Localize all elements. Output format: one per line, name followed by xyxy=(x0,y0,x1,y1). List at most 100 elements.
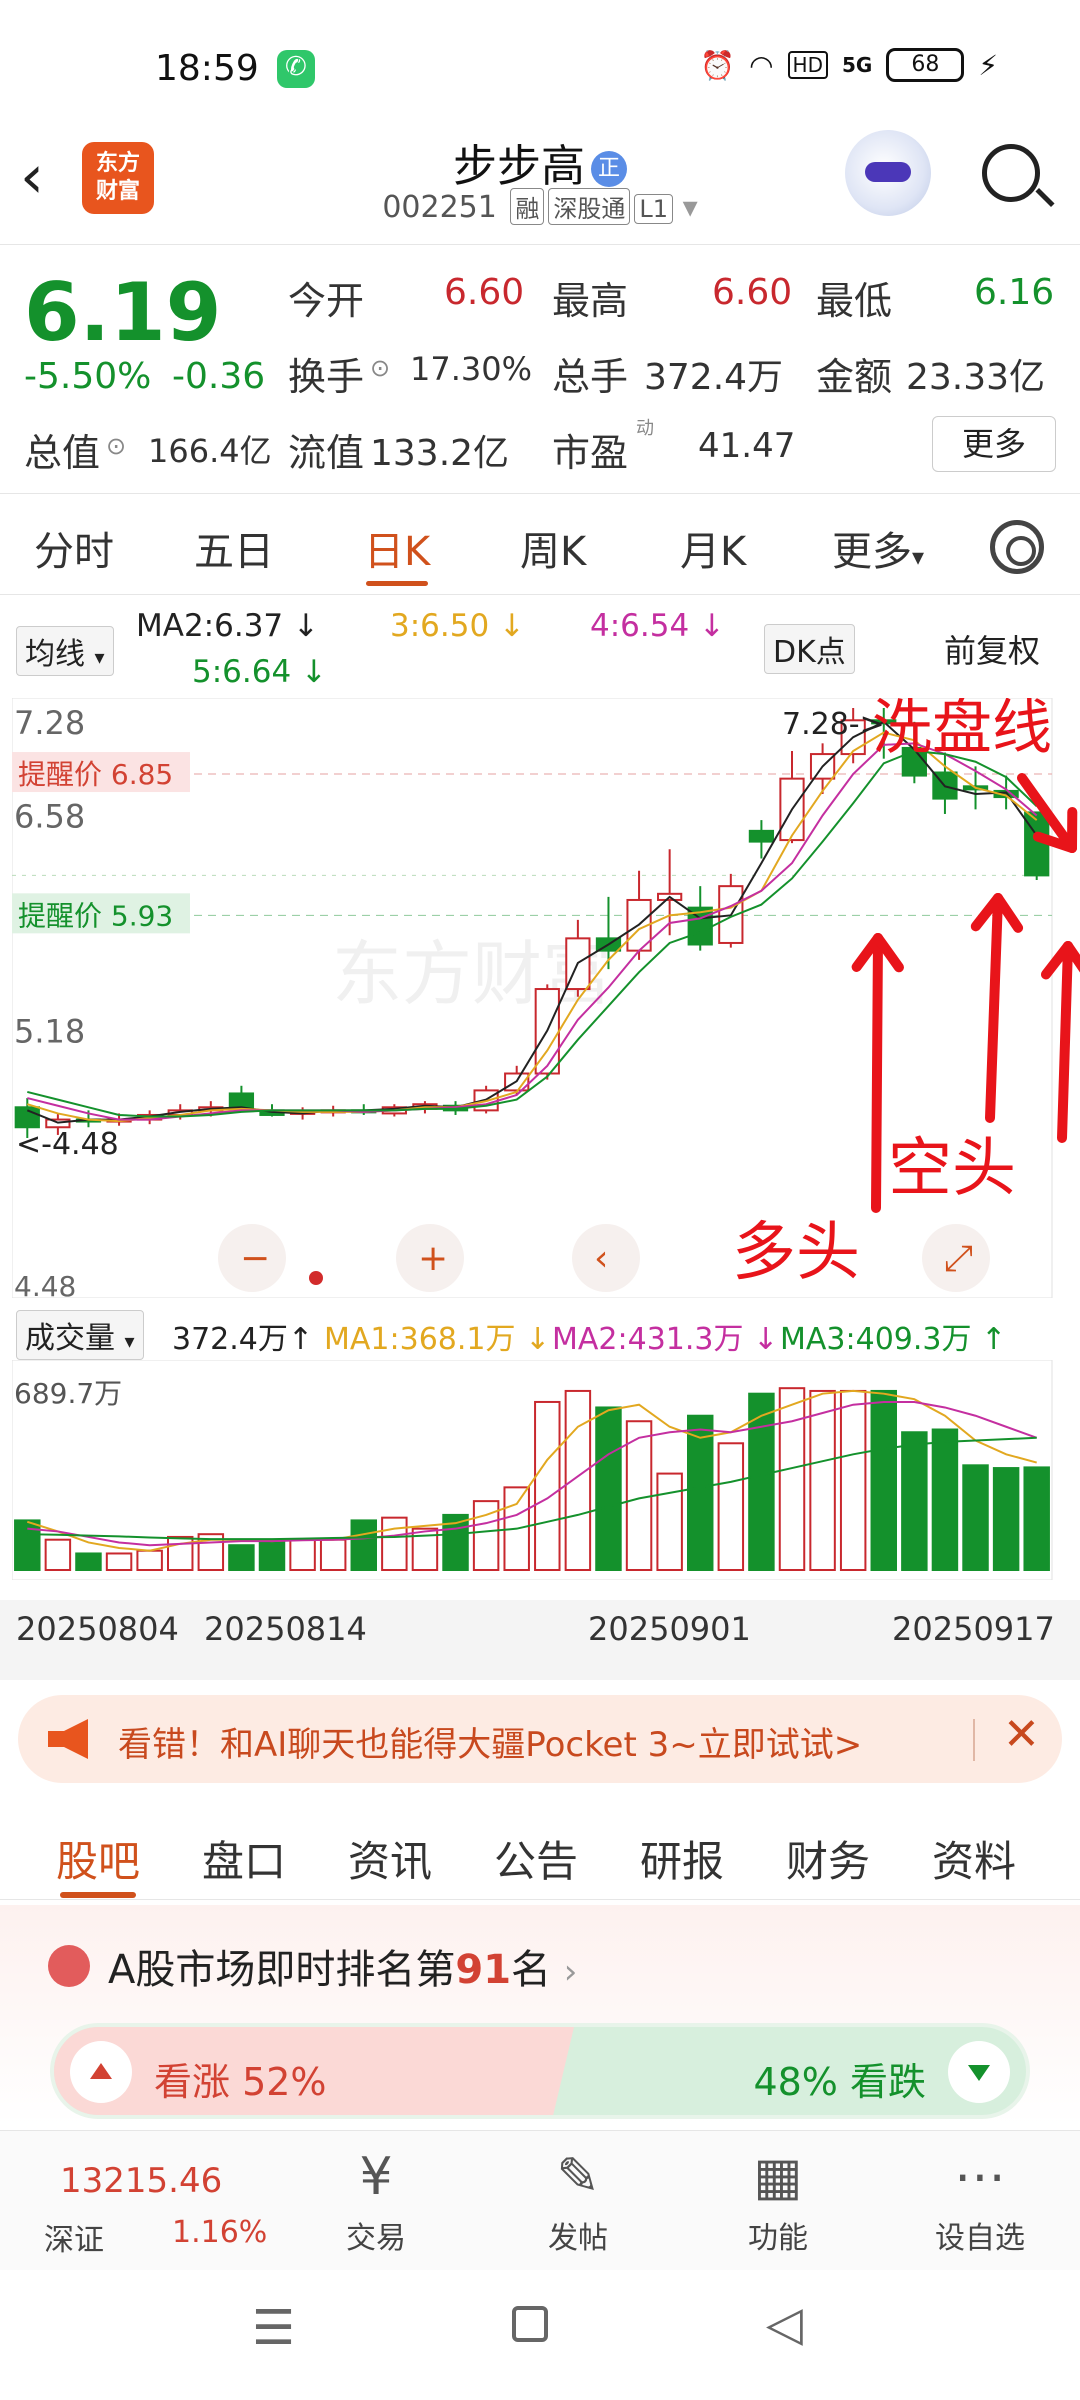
search-icon[interactable] xyxy=(982,144,1040,202)
market-ranking-card: A股市场即时排名第91名 › 看涨 52% 48% 看跌 xyxy=(0,1905,1080,2125)
adjust-mode[interactable]: 前复权 xyxy=(944,626,1040,672)
volume-bar xyxy=(931,1428,959,1571)
volume-bar xyxy=(289,1538,316,1572)
nav-post-label: 发帖 xyxy=(548,2221,608,2256)
status-bar: 18:59 ⏰ ◠ HD 5G 68 ⚡ xyxy=(0,0,1080,130)
ad-banner[interactable]: 看错！和AI聊天也能得大疆Pocket 3~立即试试> ✕ xyxy=(18,1695,1062,1783)
nav-post[interactable]: ✎ 发帖 xyxy=(508,2141,648,2257)
nav-trade-label: 交易 xyxy=(346,2221,406,2256)
tab-intraday[interactable]: 分时 xyxy=(34,519,114,577)
ma-selector-label: 均线 xyxy=(25,637,85,672)
index-value[interactable]: 13215.46 xyxy=(60,2161,222,2201)
index-change: 1.16% xyxy=(172,2215,268,2250)
wifi-icon: ◠ xyxy=(749,48,774,82)
annotation-bear: 空头 xyxy=(888,1132,1016,1206)
info-icon[interactable]: ⊙ xyxy=(106,432,126,460)
ranking-prefix: A股市场即时排名第 xyxy=(108,1947,456,1993)
last-price: 6.19 xyxy=(24,266,222,359)
more-quote-button[interactable]: 更多 xyxy=(932,416,1056,472)
ai-robot-avatar[interactable] xyxy=(845,130,931,216)
close-icon[interactable]: ✕ xyxy=(1003,1709,1040,1760)
vol-ma3-text: MA3:409.3万 xyxy=(780,1322,972,1357)
ma5-text: 5:6.64 xyxy=(192,654,292,690)
nav-add-watchlist-label: 设自选 xyxy=(935,2221,1025,2256)
volume-selector[interactable]: 成交量 ▾ xyxy=(16,1310,144,1360)
index-name[interactable]: 深证 xyxy=(44,2215,104,2259)
volume-bar xyxy=(839,1389,867,1571)
banner-divider xyxy=(973,1719,975,1761)
battery-icon: 68 xyxy=(886,48,965,82)
volume-label: 总手 xyxy=(552,355,629,399)
back-triangle-icon[interactable]: ◁ xyxy=(766,2296,803,2352)
status-icons: ⏰ ◠ HD 5G 68 ⚡ xyxy=(700,48,998,82)
price-axis-label: 4.48 xyxy=(14,1270,76,1298)
low-label: 最低 xyxy=(816,279,893,323)
volume-indicator-row: 成交量 ▾ 372.4万↑ MA1:368.1万 ↓ MA2:431.3万 ↓ … xyxy=(0,1310,1080,1360)
date-tick: 20250814 xyxy=(204,1610,367,1648)
stock-header: ‹ 东方 财富 步步高正 002251 融深股通 L1 ▾ xyxy=(0,130,1080,245)
annotation-arrow-bear-2 xyxy=(1057,941,1073,1143)
info-icon[interactable]: ⊙ xyxy=(370,354,390,382)
vote-down-button[interactable] xyxy=(948,2041,1010,2103)
ma-indicator-row: 均线 ▾ MA2:6.37 ↓ 3:6.50 ↓ 4:6.54 ↓ 5:6.64… xyxy=(0,600,1080,690)
candlestick-chart[interactable]: 东方财富7.286.585.184.48提醒价 6.85提醒价 5.937.28… xyxy=(12,698,1080,1298)
ma3-value: 3:6.50 ↓ xyxy=(390,608,526,644)
dropdown-triangle-icon: ▾ xyxy=(94,645,105,669)
ranking-chart-icon xyxy=(48,1945,90,1987)
tab-daily-k[interactable]: 日K xyxy=(364,519,430,586)
dropdown-triangle-icon: ▾ xyxy=(912,543,925,571)
volume-bar xyxy=(534,1400,561,1572)
volume-bar xyxy=(962,1464,989,1571)
tab-monthly-k[interactable]: 月K xyxy=(680,519,746,577)
vote-up-button[interactable] xyxy=(70,2041,132,2103)
date-tick: 20250917 xyxy=(892,1610,1055,1648)
tab-guba[interactable]: 股吧 xyxy=(56,1828,140,1898)
volume-bar xyxy=(105,1552,133,1571)
tag-margin: 融 xyxy=(510,188,545,225)
tab-more-periods[interactable]: 更多▾ xyxy=(832,519,924,577)
volume-bar xyxy=(901,1431,928,1571)
dropdown-triangle-icon[interactable]: ▾ xyxy=(683,190,698,225)
vol-ma3: MA3:409.3万 ↑ xyxy=(780,1322,1007,1357)
bearish-label: 48% 看跌 xyxy=(753,2060,926,2104)
tab-weekly-k[interactable]: 周K xyxy=(520,519,586,577)
ma4-text: 4:6.54 xyxy=(590,608,690,644)
open-value: 6.60 xyxy=(444,272,525,313)
ranking-title[interactable]: A股市场即时排名第91名 › xyxy=(108,1937,577,1995)
alert-label-high: 提醒价 6.85 xyxy=(18,758,173,791)
banner-text[interactable]: 看错！和AI聊天也能得大疆Pocket 3~立即试试> xyxy=(118,1717,862,1766)
call-icon xyxy=(277,50,315,88)
ma2-text: MA2:6.37 xyxy=(136,608,284,644)
volume-bar xyxy=(350,1519,378,1571)
tab-research[interactable]: 研报 xyxy=(640,1828,724,1889)
nav-add-watchlist[interactable]: ⋯ 设自选 xyxy=(910,2141,1050,2257)
dk-point-button[interactable]: DK点 xyxy=(764,624,855,674)
pe-label: 市盈 xyxy=(552,431,629,475)
candle-body xyxy=(14,1106,40,1129)
volume-text: 372.4万 xyxy=(172,1322,288,1357)
tab-finance[interactable]: 财务 xyxy=(786,1828,870,1889)
zoom-control-glyph: − xyxy=(240,1238,270,1279)
nav-trade[interactable]: ¥ 交易 xyxy=(306,2141,446,2257)
period-tabs: 分时 五日 日K 周K 月K 更多▾ xyxy=(0,495,1080,595)
date-axis: 20250804 20250814 20250901 20250917 xyxy=(0,1600,1080,1680)
volume-chart[interactable] xyxy=(12,1360,1080,1580)
tab-pankou[interactable]: 盘口 xyxy=(202,1828,286,1889)
tab-profile[interactable]: 资料 xyxy=(932,1828,1016,1889)
ma-selector[interactable]: 均线 ▾ xyxy=(16,626,114,676)
tab-news[interactable]: 资讯 xyxy=(348,1828,432,1889)
volume-bar xyxy=(228,1544,255,1571)
turnover-value: 17.30% xyxy=(410,350,533,388)
mktcap-label: 总值 xyxy=(24,431,101,475)
more-dots-icon: ⋯ xyxy=(954,2147,1006,2207)
nav-functions[interactable]: ▦ 功能 xyxy=(708,2141,848,2257)
menu-icon[interactable]: ☰ xyxy=(252,2300,295,2356)
annotation-arrow-bull xyxy=(871,933,883,1213)
price-axis-label: 6.58 xyxy=(14,798,85,836)
tab-five-day[interactable]: 五日 xyxy=(194,519,274,577)
float-label: 流值 xyxy=(288,431,365,475)
settings-gear-icon[interactable] xyxy=(990,520,1044,574)
grid-icon: ▦ xyxy=(753,2147,803,2207)
home-square-icon[interactable] xyxy=(512,2306,548,2342)
tab-announcements[interactable]: 公告 xyxy=(494,1828,578,1889)
